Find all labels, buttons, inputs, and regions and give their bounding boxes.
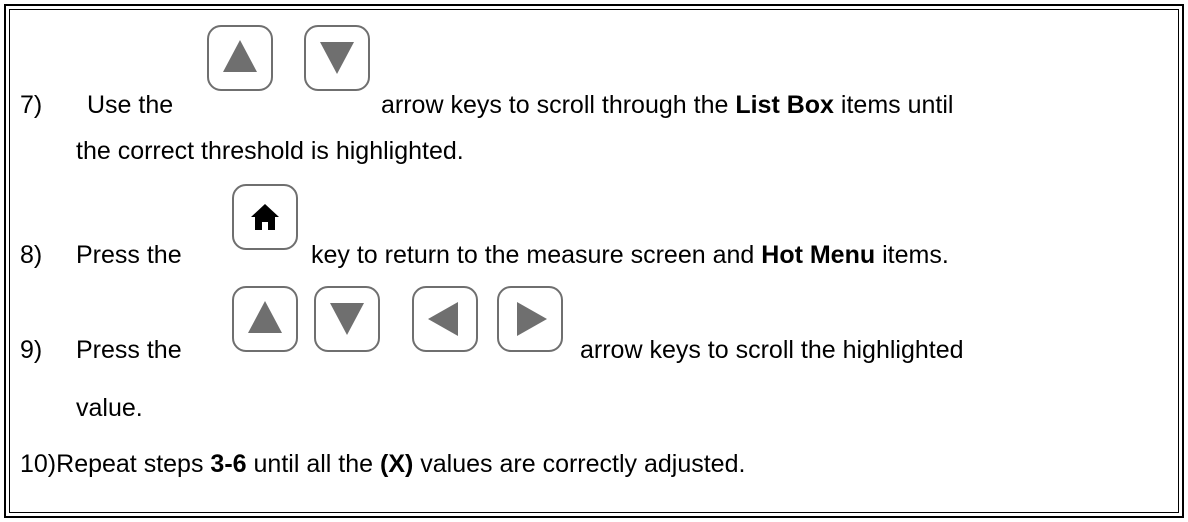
- step-7-continuation: the correct threshold is highlighted.: [76, 137, 464, 165]
- step-8-body: key to return to the measure screen and …: [311, 240, 949, 270]
- step-10-x-label: (X): [380, 450, 414, 478]
- step-9-after-keys-text: arrow keys to scroll the highlighted: [580, 336, 964, 364]
- step-9-lead-text: Press the: [76, 336, 182, 364]
- step-7-number: 7): [20, 91, 43, 119]
- step-10-body: 10)Repeat steps 3-6 until all the (X) va…: [20, 449, 745, 479]
- down-arrow-icon: [330, 303, 364, 335]
- step-7-after-keys-text: arrow keys to scroll through the: [381, 91, 729, 119]
- step-10-pre-text: Repeat steps: [56, 450, 204, 478]
- step-8-hot-menu-term: Hot Menu: [761, 241, 876, 269]
- home-icon: [251, 204, 279, 230]
- up-arrow-key: [232, 286, 298, 352]
- step-10-range: 3-6: [210, 450, 247, 478]
- right-arrow-icon: [517, 302, 547, 336]
- step-7-body: arrow keys to scroll through the List Bo…: [381, 90, 953, 120]
- step-10-mid-text: until all the: [253, 450, 374, 478]
- step-10-number: 10): [20, 450, 57, 478]
- up-arrow-icon: [223, 40, 257, 72]
- left-arrow-icon: [428, 302, 458, 336]
- step-8-tail-text: items.: [882, 241, 949, 269]
- up-arrow-key: [207, 25, 273, 91]
- step-9-number: 9): [20, 336, 43, 364]
- down-arrow-key: [314, 286, 380, 352]
- down-arrow-key: [304, 25, 370, 91]
- step-8-lead-text: Press the: [76, 241, 182, 269]
- down-arrow-icon: [320, 42, 354, 74]
- home-key: [232, 184, 298, 250]
- up-arrow-icon: [248, 301, 282, 333]
- step-7-lead-text: Use the: [87, 91, 174, 119]
- right-arrow-key: [497, 286, 563, 352]
- step-9-continuation: value.: [76, 394, 143, 422]
- step-8-number: 8): [20, 241, 43, 269]
- step-10-tail-text: values are correctly adjusted.: [420, 450, 746, 478]
- step-8-after-keys-text: key to return to the measure screen and: [311, 241, 755, 269]
- left-arrow-key: [412, 286, 478, 352]
- step-7-list-box-term: List Box: [735, 91, 834, 119]
- step-7-tail-text: items until: [840, 91, 954, 119]
